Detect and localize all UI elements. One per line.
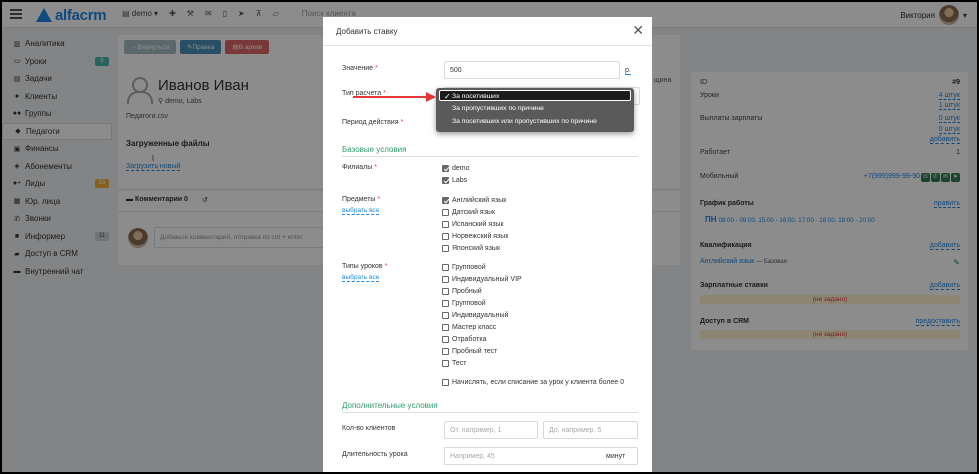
required-mark: * xyxy=(384,263,388,270)
modal-header: Добавить ставку ✕ xyxy=(323,17,652,46)
checkbox-checked[interactable] xyxy=(442,197,449,204)
checkbox-label: Датский язык xyxy=(452,209,496,216)
required-mark: * xyxy=(375,65,378,72)
checkbox[interactable] xyxy=(442,348,449,355)
minutes-suffix: минут xyxy=(606,453,626,460)
required-mark: * xyxy=(377,196,381,203)
checkbox[interactable] xyxy=(442,360,449,367)
clients-count-label: Кол-во клиентов xyxy=(342,425,396,432)
checkbox[interactable] xyxy=(442,233,449,240)
checkbox[interactable] xyxy=(442,221,449,228)
checkbox-branch-demo[interactable]: demo xyxy=(442,165,470,172)
checkbox-lesson-type[interactable]: Индивидуальный VIP xyxy=(442,276,522,283)
checkbox-label: Групповой xyxy=(452,264,486,271)
checkbox[interactable] xyxy=(442,276,449,283)
subjects-label: Предметы * xyxy=(342,196,380,203)
required-mark: * xyxy=(400,119,404,126)
branches-label: Филиалы * xyxy=(342,164,377,171)
checkbox-subject-norwegian[interactable]: Норвежский язык xyxy=(442,233,508,240)
checkbox[interactable] xyxy=(442,245,449,252)
checkbox-charge-condition[interactable]: Начислять, если списание за урок у клиен… xyxy=(442,379,624,386)
checkbox-lesson-type[interactable]: Тест xyxy=(442,360,466,367)
checkbox-label: Испанский язык xyxy=(452,221,504,228)
checkbox-subject-danish[interactable]: Датский язык xyxy=(442,209,495,216)
checkbox-lesson-type[interactable]: Индивидуальный xyxy=(442,312,508,319)
basic-conditions-section: Базовые условия xyxy=(342,145,638,157)
checkbox-label: Японский язык xyxy=(452,245,501,252)
checkbox[interactable] xyxy=(442,336,449,343)
value-input[interactable]: 500 xyxy=(444,61,620,79)
checkbox[interactable] xyxy=(442,379,449,386)
period-label-text: Период действия xyxy=(342,119,399,126)
app-frame: alfacrm ▤ demo ▾ ✚ ⚒ ✉ ▯ ➤ ⊼ ▱ Поиск кли… xyxy=(2,2,977,472)
checkbox[interactable] xyxy=(442,264,449,271)
checkbox-label: Мастер класс xyxy=(452,324,497,331)
dropdown-option-label: За посетивших xyxy=(452,93,500,100)
checkbox[interactable] xyxy=(442,324,449,331)
checkbox-lesson-type[interactable]: Групповой xyxy=(442,300,486,307)
checkbox-checked[interactable] xyxy=(442,177,449,184)
required-mark: * xyxy=(374,164,377,171)
dropdown-option[interactable]: За пропустивших по причине xyxy=(452,105,544,112)
branches-label-text: Филиалы xyxy=(342,164,373,171)
modal-title: Добавить ставку xyxy=(336,27,398,36)
checkbox-label: Начислять, если списание за урок у клиен… xyxy=(452,379,625,386)
annotation-arrow-head xyxy=(426,92,436,102)
dropdown-option-selected[interactable]: ✓ За посетивших xyxy=(439,90,631,101)
subjects-select-all-link[interactable]: выбрать все xyxy=(342,207,380,215)
checkbox-subject-english[interactable]: Английский язык xyxy=(442,197,506,204)
checkbox[interactable] xyxy=(442,209,449,216)
annotation-arrow-line xyxy=(353,96,431,98)
checkbox-label: Индивидуальный VIP xyxy=(452,276,522,283)
checkbox-label: Английский язык xyxy=(452,197,507,204)
checkbox[interactable] xyxy=(442,288,449,295)
checkbox-lesson-type[interactable]: Мастер класс xyxy=(442,324,496,331)
add-rate-modal: Добавить ставку ✕ Значение * 500 р. Тип … xyxy=(323,17,652,472)
checkbox[interactable] xyxy=(442,312,449,319)
checkbox-subject-japanese[interactable]: Японский язык xyxy=(442,245,500,252)
lesson-types-label: Типы уроков * xyxy=(342,263,387,270)
dropdown-option[interactable]: За посетивших или пропустивших по причин… xyxy=(452,118,597,125)
checkbox-subject-spanish[interactable]: Испанский язык xyxy=(442,221,504,228)
checkbox-checked[interactable] xyxy=(442,165,449,172)
close-icon[interactable]: ✕ xyxy=(632,23,644,37)
checkbox-label: Групповой xyxy=(452,300,486,307)
value-label: Значение * xyxy=(342,65,378,72)
checkbox-label: demo xyxy=(452,165,470,172)
checkbox-label: Тест xyxy=(452,360,467,367)
checkbox-label: Отработка xyxy=(452,336,487,343)
lesson-types-label-text: Типы уроков xyxy=(342,263,383,270)
check-icon: ✓ xyxy=(444,92,451,101)
lesson-types-select-all-link[interactable]: выбрать все xyxy=(342,274,380,282)
checkbox-lesson-type[interactable]: Отработка xyxy=(442,336,487,343)
lesson-duration-label: Длительность урока xyxy=(342,451,408,458)
checkbox-branch-labs[interactable]: Labs xyxy=(442,177,467,184)
clients-from-input[interactable]: От, например, 1 xyxy=(444,421,538,439)
checkbox-lesson-type[interactable]: Пробный xyxy=(442,288,482,295)
checkbox-label: Пробный xyxy=(452,288,482,295)
checkbox-lesson-type[interactable]: Пробный тест xyxy=(442,348,497,355)
period-label: Период действия * xyxy=(342,119,403,126)
checkbox-label: Labs xyxy=(452,177,468,184)
value-label-text: Значение xyxy=(342,65,374,72)
currency-link[interactable]: р. xyxy=(625,67,631,75)
checkbox-label: Пробный тест xyxy=(452,348,498,355)
calc-type-dropdown: ✓ За посетивших За пропустивших по причи… xyxy=(436,88,634,132)
checkbox-label: Индивидуальный xyxy=(452,312,509,319)
subjects-label-text: Предметы xyxy=(342,196,376,203)
extra-conditions-section: Дополнительные условия xyxy=(342,401,638,413)
checkbox-lesson-type[interactable]: Групповой xyxy=(442,264,486,271)
clients-to-input[interactable]: До, например, 5 xyxy=(543,421,638,439)
checkbox-label: Норвежский язык xyxy=(452,233,509,240)
checkbox[interactable] xyxy=(442,300,449,307)
